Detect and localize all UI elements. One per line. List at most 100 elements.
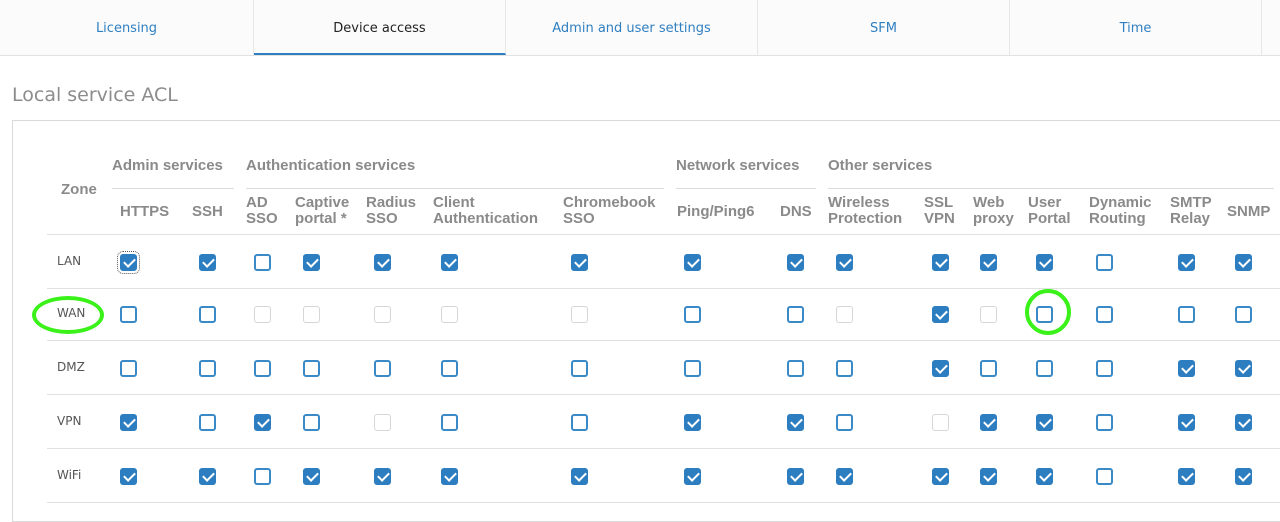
checkbox-dmz-wireless-protection[interactable] bbox=[836, 360, 853, 377]
checkbox-vpn-snmp[interactable] bbox=[1235, 414, 1252, 431]
checkbox-lan-ping-ping6[interactable] bbox=[684, 254, 701, 271]
checkbox-dmz-snmp[interactable] bbox=[1235, 360, 1252, 377]
checkbox-lan-user-portal[interactable] bbox=[1036, 254, 1053, 271]
column-header-line: Chromebook bbox=[563, 194, 656, 211]
checkbox-wifi-client-authentication[interactable] bbox=[441, 468, 458, 485]
row-divider bbox=[47, 394, 1280, 395]
checkbox-wan-ping-ping6[interactable] bbox=[684, 306, 701, 323]
group-header-network-services: Network services bbox=[676, 157, 800, 174]
checkbox-dmz-chromebook-sso[interactable] bbox=[571, 360, 588, 377]
checkbox-wifi-ssl-vpn[interactable] bbox=[932, 468, 949, 485]
column-header-line: Authentication bbox=[433, 210, 538, 227]
tab-time[interactable]: Time bbox=[1010, 0, 1262, 55]
column-header-ad-sso: AD SSO bbox=[246, 195, 278, 227]
checkbox-vpn-smtp-relay[interactable] bbox=[1178, 414, 1195, 431]
checkbox-dmz-ssh[interactable] bbox=[199, 360, 216, 377]
checkbox-wifi-web-proxy[interactable] bbox=[980, 468, 997, 485]
checkbox-wan-ad-sso bbox=[254, 306, 271, 323]
checkbox-lan-ssl-vpn[interactable] bbox=[932, 254, 949, 271]
checkbox-vpn-user-portal[interactable] bbox=[1036, 414, 1053, 431]
checkbox-lan-radius-sso[interactable] bbox=[374, 254, 391, 271]
zone-header: Zone bbox=[61, 181, 97, 198]
checkbox-dmz-dns[interactable] bbox=[787, 360, 804, 377]
checkbox-lan-dns[interactable] bbox=[787, 254, 804, 271]
checkbox-lan-smtp-relay[interactable] bbox=[1178, 254, 1195, 271]
checkbox-wifi-ssh[interactable] bbox=[199, 468, 216, 485]
checkbox-wifi-dns[interactable] bbox=[787, 468, 804, 485]
checkbox-dmz-client-authentication[interactable] bbox=[441, 360, 458, 377]
checkbox-vpn-chromebook-sso[interactable] bbox=[571, 414, 588, 431]
checkbox-wifi-https[interactable] bbox=[120, 468, 137, 485]
checkbox-vpn-dynamic-routing[interactable] bbox=[1096, 414, 1113, 431]
checkbox-wifi-user-portal[interactable] bbox=[1036, 468, 1053, 485]
checkbox-dmz-ssl-vpn[interactable] bbox=[932, 360, 949, 377]
checkbox-vpn-ssh[interactable] bbox=[199, 414, 216, 431]
checkbox-wifi-chromebook-sso[interactable] bbox=[571, 468, 588, 485]
checkbox-wan-snmp[interactable] bbox=[1235, 306, 1252, 323]
column-header-line: SSL bbox=[924, 194, 954, 211]
column-header-line: Routing bbox=[1089, 210, 1146, 227]
checkbox-vpn-wireless-protection[interactable] bbox=[836, 414, 853, 431]
checkbox-vpn-ad-sso[interactable] bbox=[254, 414, 271, 431]
checkbox-dmz-dynamic-routing[interactable] bbox=[1096, 360, 1113, 377]
tab-device-access[interactable]: Device access bbox=[254, 0, 506, 55]
checkbox-wan-chromebook-sso bbox=[571, 306, 588, 323]
checkbox-lan-snmp[interactable] bbox=[1235, 254, 1252, 271]
checkbox-dmz-user-portal[interactable] bbox=[1036, 360, 1053, 377]
checkbox-lan-client-authentication[interactable] bbox=[441, 254, 458, 271]
checkbox-lan-wireless-protection[interactable] bbox=[836, 254, 853, 271]
checkbox-dmz-ad-sso[interactable] bbox=[254, 360, 271, 377]
group-header-admin-services: Admin services bbox=[112, 157, 223, 174]
checkbox-dmz-smtp-relay[interactable] bbox=[1178, 360, 1195, 377]
checkbox-vpn-web-proxy[interactable] bbox=[980, 414, 997, 431]
checkbox-dmz-https[interactable] bbox=[120, 360, 137, 377]
checkbox-wan-captive-portal bbox=[303, 306, 320, 323]
group-underline bbox=[676, 188, 816, 189]
column-header-line: SSO bbox=[563, 210, 595, 227]
checkbox-wifi-smtp-relay[interactable] bbox=[1178, 468, 1195, 485]
checkbox-lan-ad-sso[interactable] bbox=[254, 254, 271, 271]
checkbox-wifi-radius-sso[interactable] bbox=[374, 468, 391, 485]
checkbox-wan-smtp-relay[interactable] bbox=[1178, 306, 1195, 323]
group-header-other-services: Other services bbox=[828, 157, 933, 174]
checkbox-dmz-radius-sso[interactable] bbox=[374, 360, 391, 377]
checkbox-dmz-ping-ping6[interactable] bbox=[684, 360, 701, 377]
column-header-wireless-protection: Wireless Protection bbox=[828, 195, 902, 227]
checkbox-wifi-ping-ping6[interactable] bbox=[684, 468, 701, 485]
checkbox-wan-user-portal[interactable] bbox=[1036, 306, 1053, 323]
group-underline bbox=[112, 188, 234, 189]
checkbox-wan-https[interactable] bbox=[120, 306, 137, 323]
checkbox-wan-web-proxy bbox=[980, 306, 997, 323]
checkbox-dmz-web-proxy[interactable] bbox=[980, 360, 997, 377]
column-header-captive-portal: Captive portal * bbox=[295, 195, 349, 227]
checkbox-lan-dynamic-routing[interactable] bbox=[1096, 254, 1113, 271]
checkbox-wan-ssh[interactable] bbox=[199, 306, 216, 323]
checkbox-vpn-dns[interactable] bbox=[787, 414, 804, 431]
checkbox-wan-dns[interactable] bbox=[787, 306, 804, 323]
column-header-chromebook-sso: Chromebook SSO bbox=[563, 195, 656, 227]
checkbox-wan-ssl-vpn[interactable] bbox=[932, 306, 949, 323]
checkbox-wifi-snmp[interactable] bbox=[1235, 468, 1252, 485]
tab-licensing[interactable]: Licensing bbox=[0, 0, 254, 55]
checkbox-lan-chromebook-sso[interactable] bbox=[571, 254, 588, 271]
checkbox-lan-web-proxy[interactable] bbox=[980, 254, 997, 271]
checkbox-lan-captive-portal[interactable] bbox=[303, 254, 320, 271]
checkbox-wifi-ad-sso[interactable] bbox=[254, 468, 271, 485]
checkbox-wifi-wireless-protection[interactable] bbox=[836, 468, 853, 485]
checkbox-wan-dynamic-routing[interactable] bbox=[1096, 306, 1113, 323]
checkbox-vpn-https[interactable] bbox=[120, 414, 137, 431]
tab-bar: Licensing Device access Admin and user s… bbox=[0, 0, 1280, 56]
zone-label-dmz: DMZ bbox=[57, 360, 85, 374]
tab-sfm[interactable]: SFM bbox=[758, 0, 1010, 55]
checkbox-wifi-dynamic-routing[interactable] bbox=[1096, 468, 1113, 485]
tab-admin-and-user-settings[interactable]: Admin and user settings bbox=[506, 0, 758, 55]
column-header-line: proxy bbox=[973, 210, 1014, 227]
checkbox-wifi-captive-portal[interactable] bbox=[303, 468, 320, 485]
checkbox-vpn-ping-ping6[interactable] bbox=[684, 414, 701, 431]
checkbox-vpn-captive-portal[interactable] bbox=[303, 414, 320, 431]
checkbox-vpn-client-authentication[interactable] bbox=[441, 414, 458, 431]
checkbox-lan-ssh[interactable] bbox=[199, 254, 216, 271]
checkbox-dmz-captive-portal[interactable] bbox=[303, 360, 320, 377]
column-header-line: Dynamic bbox=[1089, 194, 1152, 211]
checkbox-lan-https[interactable] bbox=[117, 251, 140, 274]
